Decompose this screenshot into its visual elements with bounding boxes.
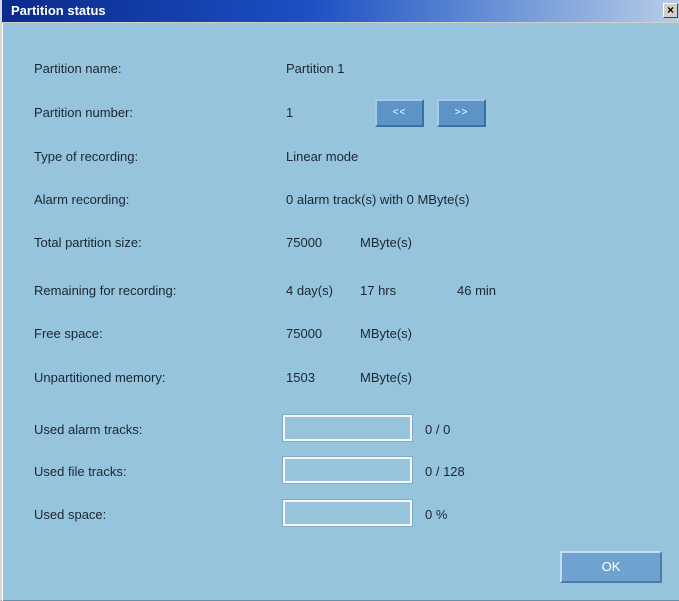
remaining-label: Remaining for recording:	[34, 283, 177, 298]
unpartitioned-memory-label: Unpartitioned memory:	[34, 370, 166, 385]
used-file-tracks-value: 0 / 128	[425, 464, 465, 479]
alarm-recording-label: Alarm recording:	[34, 192, 130, 207]
row-used-file-tracks: Used file tracks: 0 / 128	[3, 456, 679, 484]
previous-partition-button[interactable]: <<	[375, 99, 424, 127]
dialog-content: Partition name: Partition 1 Partition nu…	[2, 23, 679, 601]
alarm-recording-value: 0 alarm track(s) with 0 MByte(s)	[286, 192, 470, 207]
row-used-space: Used space: 0 %	[3, 499, 679, 527]
total-partition-size-label: Total partition size:	[34, 235, 142, 250]
ok-button[interactable]: OK	[560, 551, 662, 583]
used-space-label: Used space:	[34, 507, 107, 522]
used-alarm-tracks-bar	[282, 414, 413, 442]
partition-name-label: Partition name:	[34, 61, 122, 76]
used-file-tracks-bar	[282, 456, 413, 484]
type-of-recording-label: Type of recording:	[34, 149, 139, 164]
partition-status-dialog: Partition status × Partition name: Parti…	[0, 0, 679, 601]
row-used-alarm-tracks: Used alarm tracks: 0 / 0	[3, 414, 679, 442]
close-button[interactable]: ×	[663, 3, 678, 18]
used-alarm-tracks-value: 0 / 0	[425, 422, 451, 437]
row-unpartitioned-memory: Unpartitioned memory: 1503 MByte(s)	[3, 368, 679, 388]
title-bar[interactable]: Partition status ×	[2, 0, 679, 23]
partition-name-value: Partition 1	[286, 61, 345, 76]
unpartitioned-memory-value: 1503	[286, 370, 315, 385]
next-partition-button[interactable]: >>	[437, 99, 486, 127]
close-icon: ×	[666, 3, 674, 17]
row-partition-name: Partition name: Partition 1	[3, 59, 679, 79]
remaining-days: 4 day(s)	[286, 283, 333, 298]
used-space-value: 0 %	[425, 507, 448, 522]
free-space-unit: MByte(s)	[360, 326, 412, 341]
used-alarm-tracks-label: Used alarm tracks:	[34, 422, 143, 437]
free-space-label: Free space:	[34, 326, 103, 341]
total-partition-size-unit: MByte(s)	[360, 235, 412, 250]
row-total-partition-size: Total partition size: 75000 MByte(s)	[3, 233, 679, 253]
partition-number-value: 1	[286, 105, 294, 120]
row-free-space: Free space: 75000 MByte(s)	[3, 324, 679, 344]
row-type-of-recording: Type of recording: Linear mode	[3, 147, 679, 167]
row-remaining-for-recording: Remaining for recording: 4 day(s) 17 hrs…	[3, 281, 679, 301]
dialog-title: Partition status	[11, 3, 106, 18]
unpartitioned-memory-unit: MByte(s)	[360, 370, 412, 385]
partition-number-label: Partition number:	[34, 105, 133, 120]
remaining-hours: 17 hrs	[360, 283, 397, 298]
free-space-value: 75000	[286, 326, 323, 341]
used-file-tracks-label: Used file tracks:	[34, 464, 127, 479]
type-of-recording-value: Linear mode	[286, 149, 359, 164]
used-space-bar	[282, 499, 413, 527]
row-partition-number: Partition number: 1 << >>	[3, 99, 679, 127]
total-partition-size-value: 75000	[286, 235, 323, 250]
remaining-minutes: 46 min	[457, 283, 497, 298]
row-alarm-recording: Alarm recording: 0 alarm track(s) with 0…	[3, 190, 679, 210]
